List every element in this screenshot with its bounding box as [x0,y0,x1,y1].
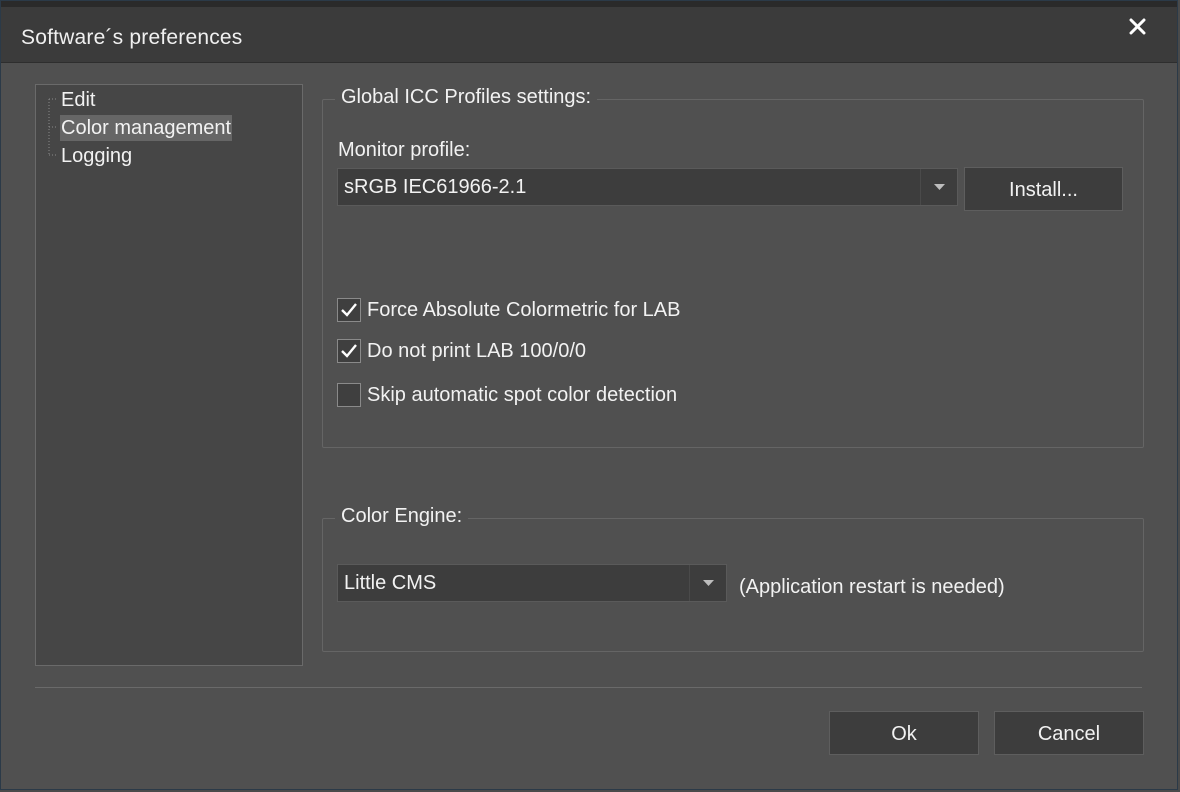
install-button[interactable]: Install... [964,167,1123,211]
checkbox-label: Force Absolute Colormetric for LAB [367,299,681,321]
icc-group-title: Global ICC Profiles settings: [335,86,598,109]
monitor-profile-value: sRGB IEC61966-2.1 [344,176,527,198]
chevron-down-icon [934,184,945,190]
checkbox-box[interactable] [337,383,361,407]
tree-item-color-management[interactable]: Color management [60,115,233,141]
force-absolute-colorimetric-checkbox[interactable]: Force Absolute Colormetric for LAB [337,297,737,323]
tree-item-edit[interactable]: Edit [60,87,96,113]
checkbox-box[interactable] [337,298,361,322]
color-engine-dropdown[interactable]: Little CMS [337,564,727,602]
engine-dropdown-arrow[interactable] [689,565,726,601]
checkbox-box[interactable] [337,339,361,363]
restart-note: (Application restart is needed) [739,576,1005,598]
close-button[interactable] [1125,14,1151,40]
preferences-dialog: Software´s preferences Edit Color manage… [0,0,1178,790]
monitor-profile-label: Monitor profile: [338,139,471,161]
do-not-print-lab-checkbox[interactable]: Do not print LAB 100/0/0 [337,338,637,364]
category-tree[interactable]: Edit Color management Logging [35,84,303,666]
close-icon [1129,18,1146,35]
monitor-profile-dropdown[interactable]: sRGB IEC61966-2.1 [337,168,958,206]
tree-item-logging[interactable]: Logging [60,143,133,169]
checkbox-label: Skip automatic spot color detection [367,384,678,406]
cancel-button[interactable]: Cancel [994,711,1144,755]
color-engine-value: Little CMS [344,572,437,594]
color-engine-group-title: Color Engine: [335,505,469,528]
checkmark-icon [341,303,357,317]
skip-spot-color-detection-checkbox[interactable]: Skip automatic spot color detection [337,382,737,408]
footer-separator [35,687,1142,688]
ok-button[interactable]: Ok [829,711,979,755]
chevron-down-icon [703,580,714,586]
checkbox-label: Do not print LAB 100/0/0 [367,340,587,362]
dialog-title: Software´s preferences [21,26,243,49]
checkmark-icon [341,344,357,358]
title-bar[interactable]: Software´s preferences [1,7,1177,63]
monitor-dropdown-arrow[interactable] [920,169,957,205]
